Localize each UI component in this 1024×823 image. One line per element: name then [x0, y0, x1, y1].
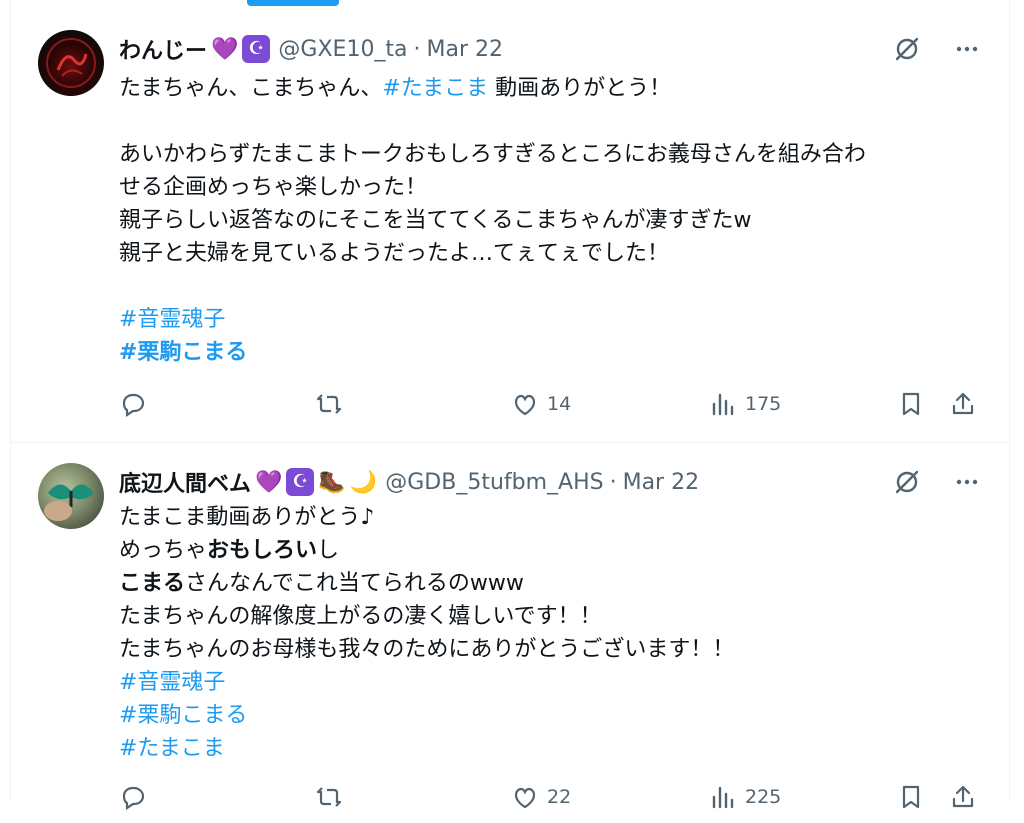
view-count: 175 [745, 393, 782, 415]
text-fragment: たまちゃん、こまちゃん、 [119, 76, 383, 101]
text-line: たまちゃん、こまちゃん、#たまこま 動画ありがとう！ [119, 72, 989, 105]
views-icon [712, 393, 734, 416]
hashtag-link[interactable]: #音霊魂子 [119, 307, 225, 332]
tweet-top-actions [892, 467, 982, 497]
reply-button[interactable] [119, 783, 147, 811]
share-button[interactable] [949, 783, 977, 811]
bookmark-icon [902, 392, 920, 416]
tweet-actions: 22 225 [119, 783, 989, 817]
display-name[interactable]: わんじー [119, 33, 207, 65]
retweet-button[interactable] [315, 783, 343, 811]
avatar-image [46, 38, 96, 88]
tweet[interactable]: わんじー 💜 ☪ @GXE10_ta · Mar 22 たまちゃん、こまちゃん、… [11, 12, 1008, 443]
reply-icon [122, 393, 145, 418]
hashtag-link[interactable]: #たまこま [382, 76, 488, 101]
purple-heart-badge: 💜 [211, 36, 239, 62]
avatar[interactable] [38, 463, 104, 529]
active-tab-indicator [247, 0, 339, 6]
bookmark-icon [902, 785, 920, 809]
crescent-moon-emoji: 🌙 [349, 469, 378, 495]
display-name[interactable]: 底辺人間ベム [119, 466, 251, 498]
share-icon [952, 785, 974, 808]
views-button[interactable]: 175 [709, 390, 781, 418]
avatar[interactable] [38, 30, 104, 96]
user-handle[interactable]: @GDB_5tufbm_AHS [385, 470, 603, 495]
bold-text: おもしろい [207, 538, 318, 563]
grok-icon[interactable] [892, 467, 922, 497]
more-icon[interactable] [952, 467, 982, 497]
views-icon [712, 786, 734, 809]
text-fragment: さんなんでこれ当てられるのwww [185, 571, 524, 596]
tweet-top-actions [892, 34, 982, 64]
user-handle[interactable]: @GXE10_ta [278, 37, 407, 62]
text-fragment: めっちゃ [119, 538, 208, 563]
like-icon [514, 787, 536, 809]
hashtag-link[interactable]: #栗駒こまる [119, 340, 247, 365]
retweet-icon [316, 394, 342, 414]
text-line: あいかわらずたまこまトークおもしろすぎるところにお義母さんを組み合わ [119, 142, 866, 167]
hashtag-link[interactable]: #音霊魂子 [119, 670, 225, 695]
like-button[interactable]: 14 [511, 390, 571, 418]
star-crescent-badge: ☪ [286, 468, 315, 496]
text-line: 親子らしい返答なのにそこを当ててくるこまちゃんが凄すぎたw [119, 208, 752, 233]
like-button[interactable]: 22 [511, 783, 571, 811]
text-line: たまこま動画ありがとう♪ [119, 505, 375, 530]
star-crescent-badge: ☪ [242, 35, 271, 63]
tweet-text: たまちゃん、こまちゃん、#たまこま 動画ありがとう！ あいかわらずたまこまトーク… [119, 72, 989, 369]
hashtag-link[interactable]: #たまこま [119, 736, 225, 761]
separator-dot: · [413, 36, 421, 62]
separator-dot: · [609, 469, 617, 495]
bold-text: こまる [119, 571, 186, 596]
tweet-text: たまこま動画ありがとう♪ めっちゃおもしろいし こまるさんなんでこれ当てられるの… [119, 501, 989, 765]
bookmark-button[interactable] [897, 783, 925, 811]
views-button[interactable]: 225 [709, 783, 781, 811]
text-line: たまちゃんの解像度上がるの凄く嬉しいです！！ [119, 604, 602, 629]
hashtag-link[interactable]: #栗駒こまる [119, 703, 247, 728]
tweet-actions: 14 175 [119, 390, 989, 424]
view-count: 225 [745, 786, 782, 808]
purple-heart-badge: 💜 [255, 469, 283, 495]
share-icon [952, 392, 974, 415]
boot-emoji: 🥾 [318, 469, 346, 495]
like-count: 22 [547, 786, 572, 808]
more-icon[interactable] [952, 34, 982, 64]
tweet-date[interactable]: Mar 22 [623, 470, 700, 495]
tweet[interactable]: 底辺人間ベム 💜 ☪ 🥾 🌙 @GDB_5tufbm_AHS · Mar 22 … [11, 443, 1008, 823]
text-fragment: し [317, 538, 340, 563]
text-line: こまるさんなんでこれ当てられるのwww [119, 567, 989, 600]
like-count: 14 [547, 393, 572, 415]
tweet-date[interactable]: Mar 22 [427, 37, 504, 62]
text-line: 親子と夫婦を見ているようだったよ…てぇてぇでした！ [119, 241, 670, 266]
retweet-icon [316, 787, 342, 807]
reply-button[interactable] [119, 390, 147, 418]
like-icon [514, 394, 536, 416]
tweet-header: 底辺人間ベム 💜 ☪ 🥾 🌙 @GDB_5tufbm_AHS · Mar 22 [119, 467, 699, 497]
share-button[interactable] [949, 390, 977, 418]
text-line: せる企画めっちゃ楽しかった！ [119, 175, 428, 200]
reply-icon [122, 786, 145, 811]
text-line: めっちゃおもしろいし [119, 534, 989, 567]
avatar-image [44, 484, 94, 521]
grok-icon[interactable] [892, 34, 922, 64]
retweet-button[interactable] [315, 390, 343, 418]
tweet-header: わんじー 💜 ☪ @GXE10_ta · Mar 22 [119, 34, 503, 64]
text-fragment: 動画ありがとう！ [488, 76, 672, 101]
bookmark-button[interactable] [897, 390, 925, 418]
text-line: たまちゃんのお母様も我々のためにありがとうございます！！ [119, 637, 735, 662]
